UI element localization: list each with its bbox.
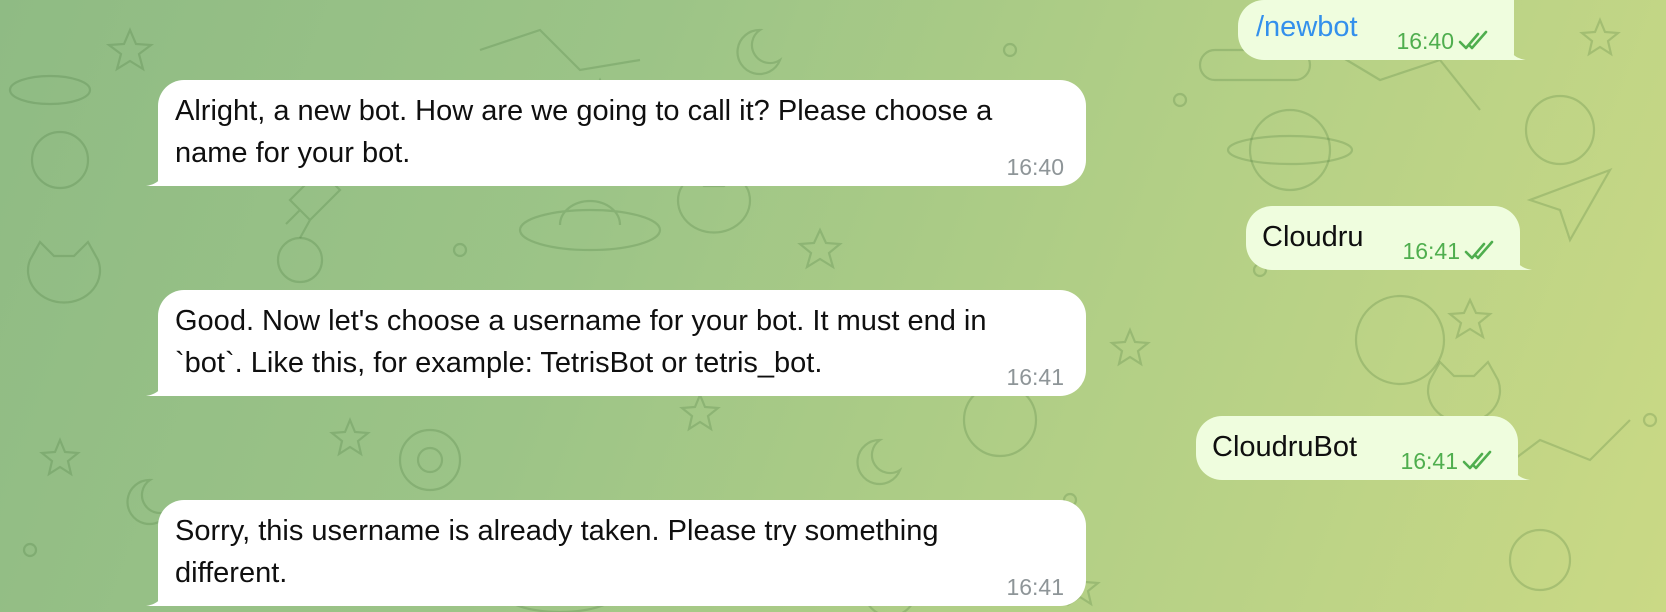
outgoing-message: /newbot 16:40 xyxy=(1238,0,1526,60)
outgoing-message: Cloudru 16:41 xyxy=(1246,206,1532,270)
message-text: CloudruBot xyxy=(1212,431,1358,463)
message-meta: 16:41 xyxy=(1006,362,1064,392)
message-line: different. xyxy=(175,557,288,589)
message-meta: 16:40 xyxy=(1006,152,1064,182)
double-check-icon xyxy=(1462,450,1492,470)
bubble-tail xyxy=(1514,250,1532,270)
message-line: name for your bot. xyxy=(175,137,411,169)
double-check-icon xyxy=(1458,30,1488,50)
message-time: 16:41 xyxy=(1402,238,1460,264)
bubble-tail xyxy=(146,166,164,186)
message-time: 16:40 xyxy=(1396,28,1454,54)
message-text: Cloudru xyxy=(1262,221,1364,253)
incoming-message: Sorry, this username is already taken. P… xyxy=(146,500,1086,606)
message-meta: 16:41 xyxy=(1400,446,1496,476)
outgoing-message: CloudruBot 16:41 xyxy=(1196,416,1530,480)
message-time: 16:41 xyxy=(1400,448,1458,474)
message-line: Alright, a new bot. How are we going to … xyxy=(175,95,993,127)
bubble-tail xyxy=(1512,460,1530,480)
message-time: 16:41 xyxy=(1006,364,1064,390)
newbot-command-link[interactable]: /newbot xyxy=(1256,11,1358,43)
message-line: `bot`. Like this, for example: TetrisBot… xyxy=(175,347,823,379)
bubble-tail xyxy=(146,376,164,396)
double-check-icon xyxy=(1464,240,1494,260)
incoming-message: Alright, a new bot. How are we going to … xyxy=(146,80,1086,186)
message-line: Good. Now let's choose a username for yo… xyxy=(175,305,987,337)
message-meta: 16:41 xyxy=(1006,572,1064,602)
message-line: Sorry, this username is already taken. P… xyxy=(175,515,939,547)
message-time: 16:40 xyxy=(1006,154,1064,180)
message-time: 16:41 xyxy=(1006,574,1064,600)
bubble-tail xyxy=(146,586,164,606)
message-meta: 16:40 xyxy=(1396,26,1492,56)
message-meta: 16:41 xyxy=(1402,236,1498,266)
bubble-tail xyxy=(1508,40,1526,60)
incoming-message: Good. Now let's choose a username for yo… xyxy=(146,290,1086,396)
